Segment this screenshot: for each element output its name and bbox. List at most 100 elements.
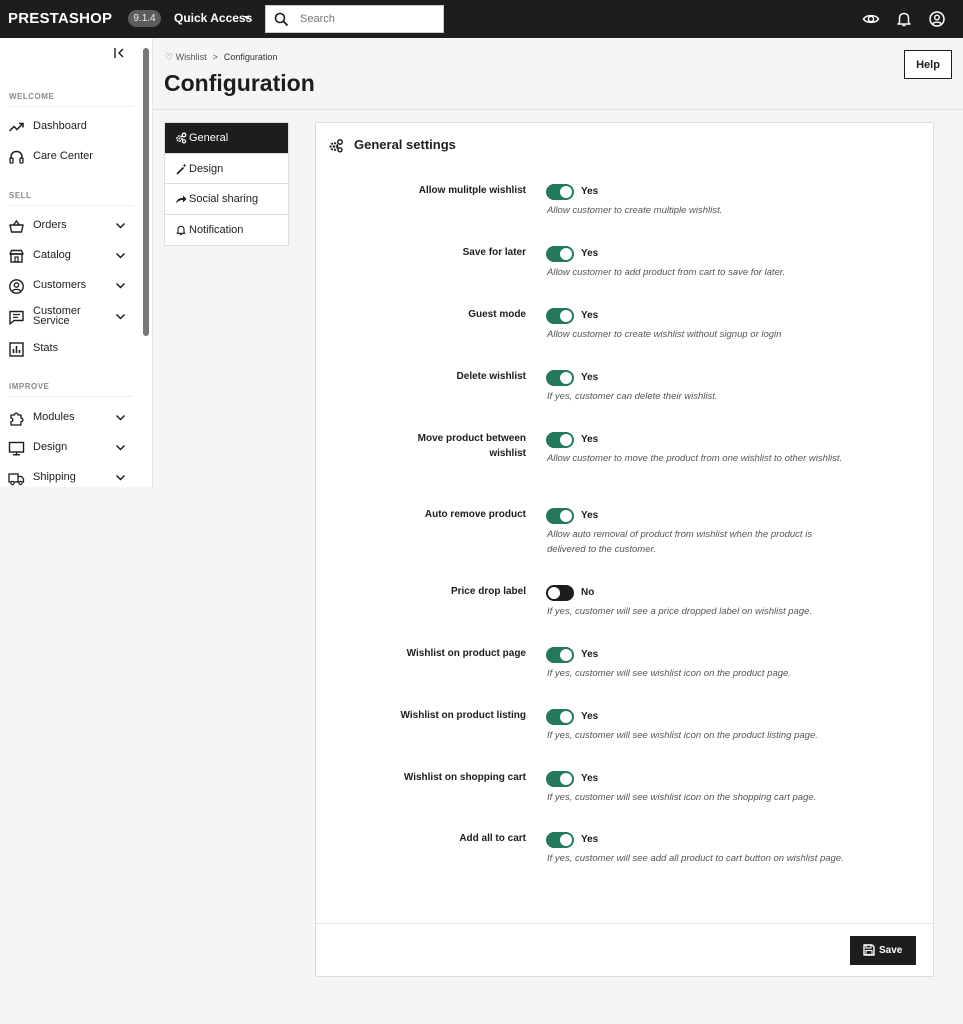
setting-label: Delete wishlist <box>456 371 526 382</box>
page-title: Configuration <box>164 70 315 96</box>
sidebar-item-label: Customers <box>33 279 87 291</box>
toggle-switch[interactable] <box>546 370 574 386</box>
switch-knob <box>560 510 572 522</box>
panel-footer-divider <box>316 923 933 924</box>
toggle-state: Yes <box>581 186 599 197</box>
tab-general[interactable]: General <box>165 123 288 154</box>
section-sell: SELL <box>9 191 32 200</box>
chevron-down-icon <box>115 414 126 421</box>
sidebar-item-label: Dashboard <box>33 120 87 132</box>
sidebar-item-label: Customer Service <box>33 306 81 327</box>
sidebar-item-customer-service[interactable]: Customer Service <box>8 305 133 329</box>
toggle-switch[interactable] <box>546 771 574 787</box>
sidebar-item-label: Modules <box>33 411 75 423</box>
chevron-down-icon <box>115 474 126 481</box>
sidebar-item-dashboard[interactable]: Dashboard <box>8 115 133 139</box>
save-label: Save <box>879 945 903 956</box>
setting-label: Add all to cart <box>459 833 526 844</box>
basket-icon <box>9 219 24 233</box>
puzzle-icon <box>10 412 24 426</box>
prestashop-logo[interactable]: PRESTASHOP <box>8 10 112 27</box>
section-welcome: WELCOME <box>9 92 55 101</box>
switch-knob <box>560 310 572 322</box>
divider <box>8 205 133 206</box>
divider <box>8 106 133 107</box>
gears-icon <box>176 132 187 144</box>
top-bar: PRESTASHOP 9.1.4 Quick Access <box>0 0 963 38</box>
setting-help-text: Allow customer to add product from cart … <box>547 267 786 278</box>
toggle-switch[interactable] <box>546 832 574 848</box>
toggle-switch[interactable] <box>546 246 574 262</box>
toggle-state: Yes <box>581 649 599 660</box>
user-circle-icon <box>9 279 24 294</box>
bell-icon <box>176 225 186 235</box>
toggle-switch[interactable] <box>546 308 574 324</box>
setting-label: Wishlist on product page <box>406 648 526 659</box>
account-icon[interactable] <box>928 10 946 28</box>
switch-knob <box>560 372 572 384</box>
sidebar-item-modules[interactable]: Modules <box>8 406 133 430</box>
bell-icon[interactable] <box>895 10 913 28</box>
breadcrumb-separator: > <box>212 52 218 62</box>
caret-down-icon[interactable] <box>244 16 250 20</box>
sidebar-item-orders[interactable]: Orders <box>8 214 133 238</box>
setting-help-text: If yes, customer will see wishlist icon … <box>547 792 817 803</box>
sidebar-item-catalog[interactable]: Catalog <box>8 244 133 268</box>
eye-icon[interactable] <box>862 10 880 28</box>
toggle-switch[interactable] <box>546 647 574 663</box>
sidebar-item-label: Care Center <box>33 150 93 162</box>
label-line: Service <box>33 315 70 327</box>
toggle-switch[interactable] <box>546 709 574 725</box>
version-badge: 9.1.4 <box>128 10 161 27</box>
sidebar-item-label: Stats <box>33 342 59 354</box>
save-button[interactable]: Save <box>850 936 916 965</box>
setting-help-text: Allow customer to move the product from … <box>547 453 843 464</box>
setting-label: Price drop label <box>450 586 526 597</box>
switch-knob <box>560 711 572 723</box>
toggle-state: No <box>581 587 595 598</box>
chevron-down-icon <box>115 282 126 289</box>
setting-label: Wishlist on product listing <box>400 710 526 721</box>
tab-design[interactable]: Design <box>165 154 288 184</box>
chevron-down-icon <box>115 222 126 229</box>
sidebar-item-label: Orders <box>33 219 67 231</box>
tab-label: General <box>189 132 229 144</box>
quick-access-button[interactable]: Quick Access <box>174 11 252 25</box>
truck-icon <box>8 473 25 486</box>
toggle-switch[interactable] <box>546 432 574 448</box>
toggle-switch[interactable] <box>546 184 574 200</box>
switch-knob <box>548 587 560 599</box>
toggle-switch[interactable] <box>546 508 574 524</box>
share-arrow-icon <box>176 195 187 204</box>
section-improve: IMPROVE <box>9 382 50 391</box>
sidebar-item-care-center[interactable]: Care Center <box>8 145 133 169</box>
panel-title: General settings <box>354 137 456 152</box>
chevron-down-icon <box>115 313 126 320</box>
config-tabs: General Design Social sharing Notificati… <box>164 122 289 246</box>
toggle-switch[interactable] <box>546 585 574 601</box>
setting-help-text: If yes, customer can delete their wishli… <box>547 391 718 402</box>
tab-social-sharing[interactable]: Social sharing <box>165 184 288 215</box>
tab-notification[interactable]: Notification <box>165 215 288 246</box>
sidebar-item-shipping[interactable]: Shipping <box>8 466 133 490</box>
header-divider <box>153 109 963 110</box>
sidebar-item-design[interactable]: Design <box>8 436 133 460</box>
setting-label: Move product between wishlist <box>417 433 526 459</box>
bar-chart-icon <box>9 342 24 357</box>
search-box[interactable] <box>265 5 444 33</box>
search-input[interactable] <box>300 10 436 28</box>
toggle-state: Yes <box>581 310 599 321</box>
sidebar-scrollbar[interactable] <box>143 48 149 336</box>
sidebar-item-stats[interactable]: Stats <box>8 337 133 361</box>
collapse-sidebar-icon[interactable] <box>112 46 126 60</box>
help-button[interactable]: Help <box>904 50 952 79</box>
setting-label: Auto remove product <box>424 509 526 520</box>
setting-help-text: If yes, customer will see wishlist icon … <box>547 730 818 741</box>
sidebar-item-customers[interactable]: Customers <box>8 274 133 298</box>
breadcrumb-link-wishlist[interactable]: Wishlist <box>176 52 207 62</box>
toggle-state: Yes <box>581 834 599 845</box>
sidebar-item-label: Design <box>33 441 68 453</box>
switch-knob <box>560 649 572 661</box>
setting-label: Save for later <box>462 247 526 258</box>
toggle-state: Yes <box>581 434 599 445</box>
